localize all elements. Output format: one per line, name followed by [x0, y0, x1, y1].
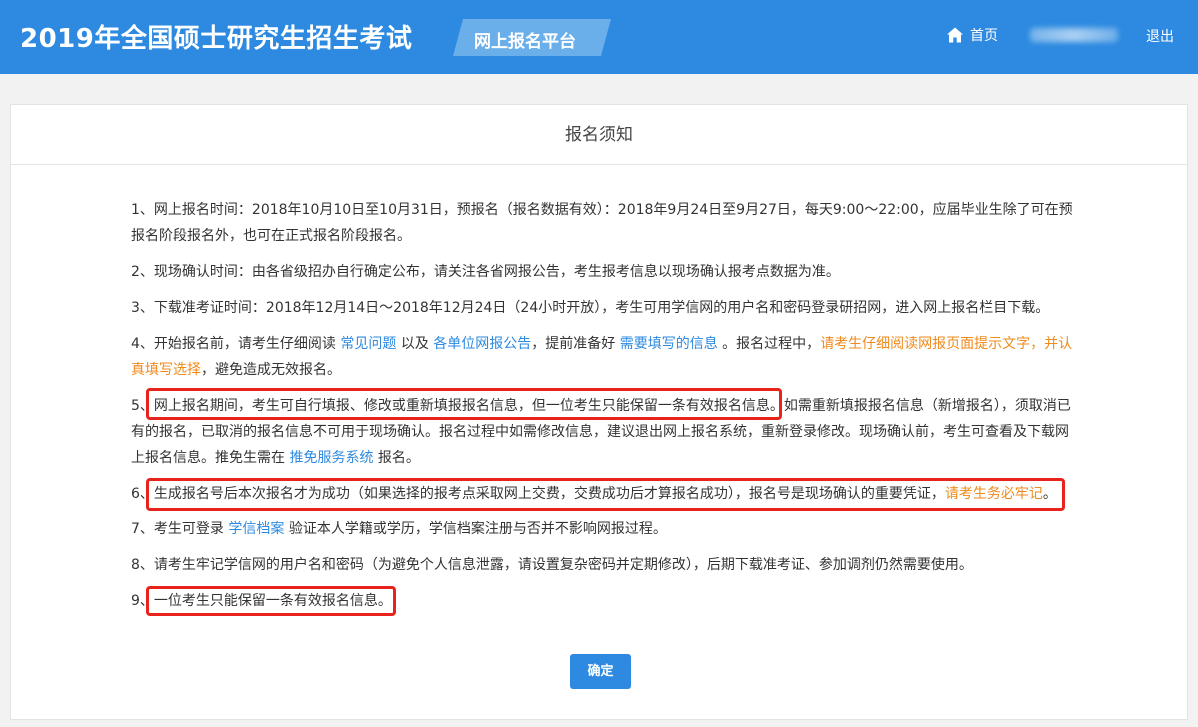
item-text: 。 — [1042, 486, 1057, 502]
item-text: 请考生牢记学信网的用户名和密码（为避免个人信息泄露，请设置复杂密码并定期修改），… — [153, 557, 973, 573]
logout-link[interactable]: 退出 — [1146, 26, 1174, 46]
item-text: 网上报名期间，考生可自行填报、修改或重新填报报名信息，但一位考生只能保留一条有效… — [131, 398, 1071, 466]
item-text: 考生可登录 — [153, 521, 229, 537]
list-item: 8、请考生牢记学信网的用户名和密码（为避免个人信息泄露，请设置复杂密码并定期修改… — [131, 552, 1079, 578]
item-number: 2、 — [131, 264, 154, 280]
item-text: 生成报名号后本次报名才为成功（如果选择的报考点采取网上交费，交费成功后才算报名成… — [153, 486, 945, 502]
item-text: 网上报名时间：2018年10月10日至10月31日，预报名（报名数据有效）：20… — [131, 202, 1073, 244]
faq-link[interactable]: 常见问题 — [340, 336, 396, 352]
item-number: 5、 — [131, 398, 154, 414]
home-icon — [947, 27, 963, 43]
list-item: 9、一位考生只能保留一条有效报名信息。 — [131, 588, 1079, 614]
item-number: 8、 — [131, 557, 154, 573]
required-info-link[interactable]: 需要填写的信息 — [620, 336, 718, 352]
username-blurred — [1030, 28, 1118, 42]
item-text: 验证本人学籍或学历，学信档案注册与否并不影响网报过程。 — [284, 521, 667, 537]
app-title: 2019年全国硕士研究生招生考试 — [20, 24, 413, 54]
item-text: 一位考生只能保留一条有效报名信息。 — [153, 593, 392, 609]
home-nav-label: 首页 — [970, 28, 998, 44]
list-item: 7、考生可登录 学信档案 验证本人学籍或学历，学信档案注册与否并不影响网报过程。 — [131, 516, 1079, 542]
item-text: 报名。 — [373, 450, 420, 466]
item-number: 9、 — [131, 593, 154, 609]
item-text: 下载准考证时间：2018年12月14日～2018年12月24日（24小时开放），… — [153, 300, 1050, 316]
student-record-link[interactable]: 学信档案 — [228, 521, 284, 537]
notice-card: 报名须知 1、网上报名时间：2018年10月10日至10月31日，预报名（报名数… — [10, 104, 1188, 720]
item-text: 开始报名前，请考生仔细阅读 — [153, 336, 341, 352]
item-text: 现场确认时间：由各省级招办自行确定公布，请关注各省网报公告，考生报考信息以现场确… — [153, 264, 840, 280]
item-text: 以及 — [396, 336, 434, 352]
item-number: 6、 — [131, 486, 154, 502]
recommend-service-link[interactable]: 推免服务系统 — [289, 450, 373, 466]
item-number: 4、 — [131, 336, 154, 352]
platform-tag-label: 网上报名平台 — [474, 32, 576, 52]
confirm-button[interactable]: 确定 — [570, 654, 631, 689]
item-number: 7、 — [131, 521, 154, 537]
top-header-bar: 2019年全国硕士研究生招生考试 网上报名平台 首页 退出 — [0, 0, 1198, 74]
list-item: 3、下载准考证时间：2018年12月14日～2018年12月24日（24小时开放… — [131, 295, 1079, 321]
notice-title: 报名须知 — [11, 105, 1187, 165]
warning-text: 请考生务必牢记 — [944, 486, 1043, 502]
list-item: 6、生成报名号后本次报名才为成功（如果选择的报考点采取网上交费，交费成功后才算报… — [131, 481, 1079, 507]
institution-announcement-link[interactable]: 各单位网报公告 — [433, 336, 531, 352]
item-text: 。报名过程中， — [717, 336, 821, 352]
list-item: 1、网上报名时间：2018年10月10日至10月31日，预报名（报名数据有效）：… — [131, 197, 1079, 249]
list-item: 5、网上报名期间，考生可自行填报、修改或重新填报报名信息，但一位考生只能保留一条… — [131, 393, 1079, 471]
list-item: 2、现场确认时间：由各省级招办自行确定公布，请关注各省网报公告，考生报考信息以现… — [131, 259, 1079, 285]
item-text: ，提前准备好 — [531, 336, 620, 352]
item-number: 1、 — [131, 202, 154, 218]
item-number: 3、 — [131, 300, 154, 316]
home-nav-link[interactable]: 首页 — [946, 25, 998, 45]
list-item: 4、开始报名前，请考生仔细阅读 常见问题 以及 各单位网报公告，提前准备好 需要… — [131, 331, 1079, 383]
item-text: ，避免造成无效报名。 — [201, 362, 341, 378]
